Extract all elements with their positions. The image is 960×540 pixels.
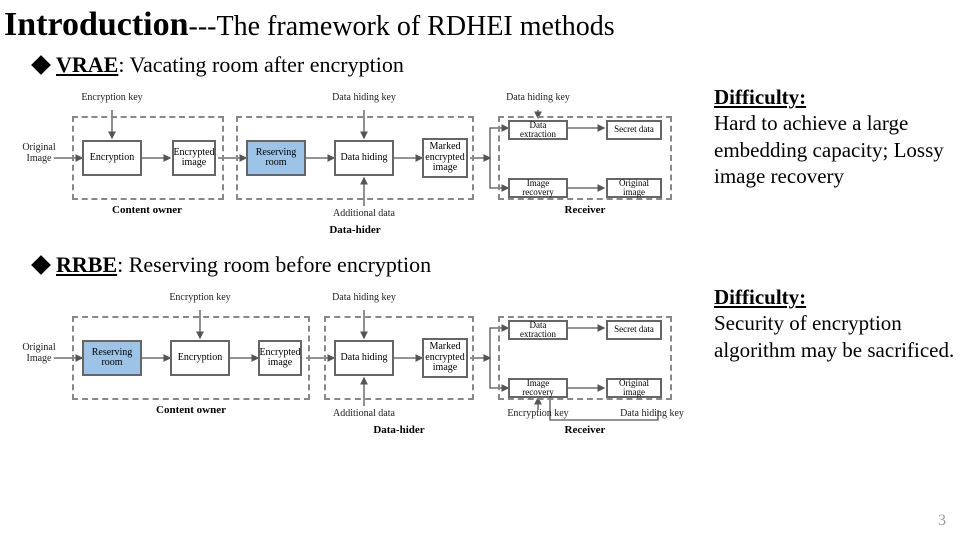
title-dashes: --- [189, 11, 217, 42]
rrbe-rx-dhkey-lab: Data hiding key [612, 408, 692, 419]
rrbe-marked-box: Marked encrypted image [422, 338, 468, 378]
vrae-enckey-lab: Encryption key [76, 92, 148, 103]
rrbe-acronym: RRBE [56, 252, 117, 278]
vrae-reserving-box: Reserving room [246, 140, 306, 176]
rrbe-dataext-box: Data extraction [508, 320, 568, 340]
rrbe-origout-box: Original image [606, 378, 662, 398]
vrae-hider-role: Data-hider [236, 224, 474, 236]
rrbe-diff-label: Difficulty: [714, 285, 806, 309]
vrae-difficulty: Difficulty: Hard to achieve a large embe… [702, 80, 960, 189]
rrbe-secret-box: Secret data [606, 320, 662, 340]
vrae-encimg-box: Encrypted image [172, 140, 216, 176]
rrbe-encryption-box: Encryption [170, 340, 230, 376]
slide-title: Introduction---The framework of RDHEI me… [0, 0, 960, 46]
vrae-diff-label: Difficulty: [714, 85, 806, 109]
rrbe-hider-role: Data-hider [324, 424, 474, 436]
vrae-imgrec-box: Image recovery [508, 178, 568, 198]
slide-number: 3 [938, 512, 946, 530]
rrbe-owner-role: Content owner [72, 404, 310, 416]
vrae-origout-box: Original image [606, 178, 662, 198]
rrbe-enckey-lab: Encryption key [164, 292, 236, 303]
vrae-diagram: Original Image Encryption key Encryption… [22, 80, 702, 240]
rrbe-label: : Reserving room before encryption [117, 252, 431, 278]
vrae-acronym: VRAE [56, 52, 118, 78]
vrae-marked-box: Marked encrypted image [422, 138, 468, 178]
title-rest: The framework of RDHEI methods [217, 11, 615, 42]
vrae-label: : Vacating room after encryption [118, 52, 404, 78]
rrbe-imgrec-box: Image recovery [508, 378, 568, 398]
title-lead: Introduction [4, 6, 189, 43]
rrbe-difficulty: Difficulty: Security of encryption algor… [702, 280, 960, 363]
rrbe-row: Original Image Reserving room Encryption… [0, 280, 960, 450]
rrbe-diagram: Original Image Reserving room Encryption… [22, 280, 702, 450]
vrae-bullet: VRAE : Vacating room after encryption [0, 46, 960, 80]
rrbe-dhkey-lab: Data hiding key [324, 292, 404, 303]
rrbe-reserving-box: Reserving room [82, 340, 142, 376]
rrbe-receiver-role: Receiver [498, 424, 672, 436]
diamond-icon [31, 255, 51, 275]
vrae-diff-body: Hard to achieve a large embedding capaci… [714, 111, 944, 188]
vrae-owner-role: Content owner [72, 204, 222, 216]
vrae-datahide-box: Data hiding [334, 140, 394, 176]
vrae-rx-dhkey-lab: Data hiding key [498, 92, 578, 103]
rrbe-diff-body: Security of encryption algorithm may be … [714, 311, 954, 361]
diamond-icon [31, 55, 51, 75]
rrbe-rx-enckey-lab: Encryption key [498, 408, 578, 419]
rrbe-addl-lab: Additional data [322, 408, 406, 419]
vrae-addl-lab: Additional data [322, 208, 406, 219]
vrae-dataext-box: Data extraction [508, 120, 568, 140]
vrae-orig-lab: Original Image [22, 142, 56, 164]
vrae-receiver-role: Receiver [498, 204, 672, 216]
rrbe-orig-lab: Original Image [22, 342, 56, 364]
rrbe-datahide-box: Data hiding [334, 340, 394, 376]
vrae-secret-box: Secret data [606, 120, 662, 140]
rrbe-bullet: RRBE : Reserving room before encryption [0, 246, 960, 280]
vrae-row: Original Image Encryption key Encryption… [0, 80, 960, 240]
rrbe-encimg-box: Encrypted image [258, 340, 302, 376]
vrae-encryption-box: Encryption [82, 140, 142, 176]
vrae-dhkey-lab: Data hiding key [324, 92, 404, 103]
